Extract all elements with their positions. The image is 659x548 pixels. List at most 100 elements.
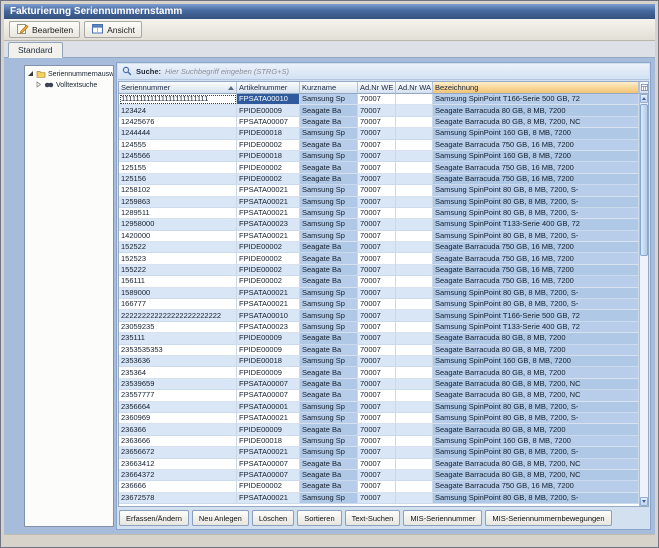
cell-bezeichnung[interactable]: Seagate Barracuda 750 GB, 16 MB, 7200 — [433, 162, 639, 173]
table-row[interactable]: 1244444FPIDE00018Samsung Sp70007Samsung … — [119, 128, 639, 139]
cell-adnr-we[interactable]: 70007 — [358, 493, 396, 504]
cell-seriennummer[interactable]: 124555 — [119, 140, 237, 151]
table-row[interactable]: 236666FPIDE00002Seagate Ba70007Seagate B… — [119, 481, 639, 492]
cell-bezeichnung[interactable]: Samsung SpinPoint 80 GB, 8 MB, 7200, S- — [433, 493, 639, 504]
column-header-ad-nr-we[interactable]: Ad.Nr WE — [358, 82, 396, 94]
table-row[interactable]: 111111111111111111111111FPSATA00010Samsu… — [119, 94, 639, 105]
cell-artikelnummer[interactable]: FPSATA00021 — [237, 288, 300, 299]
cell-adnr-we[interactable]: 70007 — [358, 151, 396, 162]
cell-seriennummer[interactable]: 123424 — [119, 105, 237, 116]
cell-adnr-wa[interactable] — [396, 367, 433, 378]
tree-item-seriennummernauswahl[interactable]: Seriennummernauswahl — [25, 69, 113, 80]
cell-seriennummer[interactable]: 12958000 — [119, 219, 237, 230]
cell-seriennummer[interactable]: 1258102 — [119, 185, 237, 196]
table-row[interactable]: 2353636FPIDE00018Samsung Sp70007Samsung … — [119, 356, 639, 367]
cell-seriennummer[interactable]: 1420000 — [119, 231, 237, 242]
cell-artikelnummer[interactable]: FPIDE00009 — [237, 424, 300, 435]
cell-kurzname[interactable]: Samsung Sp — [300, 185, 358, 196]
cell-artikelnummer[interactable]: FPIDE00002 — [237, 265, 300, 276]
table-row[interactable]: 1258102FPSATA00021Samsung Sp70007Samsung… — [119, 185, 639, 196]
cell-adnr-we[interactable]: 70007 — [358, 208, 396, 219]
cell-kurzname[interactable]: Seagate Ba — [300, 470, 358, 481]
cell-seriennummer[interactable]: 2356664 — [119, 402, 237, 413]
mis-seriennummer-button[interactable]: MIS-Seriennummer — [403, 510, 482, 526]
cell-adnr-wa[interactable] — [396, 413, 433, 424]
cell-kurzname[interactable]: Samsung Sp — [300, 402, 358, 413]
cell-bezeichnung[interactable]: Seagate Barracuda 80 GB, 8 MB, 7200 — [433, 105, 639, 116]
cell-artikelnummer[interactable]: FPIDE00018 — [237, 151, 300, 162]
table-row[interactable]: 2356664FPSATA00001Samsung Sp70007Samsung… — [119, 402, 639, 413]
cell-bezeichnung[interactable]: Seagate Barracuda 80 GB, 8 MB, 7200 — [433, 367, 639, 378]
cell-adnr-wa[interactable] — [396, 105, 433, 116]
cell-kurzname[interactable]: Samsung Sp — [300, 447, 358, 458]
cell-kurzname[interactable]: Samsung Sp — [300, 493, 358, 504]
cell-adnr-wa[interactable] — [396, 322, 433, 333]
cell-adnr-we[interactable]: 70007 — [358, 253, 396, 264]
cell-adnr-we[interactable]: 70007 — [358, 94, 396, 105]
cell-bezeichnung[interactable]: Samsung SpinPoint T166-Serie 500 GB, 72 — [433, 94, 639, 105]
table-row[interactable]: 12425676FPSATA00007Seagate Ba70007Seagat… — [119, 117, 639, 128]
cell-kurzname[interactable]: Samsung Sp — [300, 436, 358, 447]
table-row[interactable]: 1289511FPSATA00021Samsung Sp70007Samsung… — [119, 208, 639, 219]
cell-adnr-wa[interactable] — [396, 117, 433, 128]
cell-adnr-wa[interactable] — [396, 470, 433, 481]
column-header-kurzname[interactable]: Kurzname — [300, 82, 358, 94]
table-row[interactable]: 2353535353FPIDE00009Seagate Ba70007Seaga… — [119, 345, 639, 356]
table-row[interactable]: 1245566FPIDE00018Samsung Sp70007Samsung … — [119, 151, 639, 162]
cell-artikelnummer[interactable]: FPSATA00021 — [237, 231, 300, 242]
cell-kurzname[interactable]: Seagate Ba — [300, 424, 358, 435]
text-suchen-button[interactable]: Text-Suchen — [345, 510, 401, 526]
cell-seriennummer[interactable]: 23557777 — [119, 390, 237, 401]
table-row[interactable]: 23059235FPSATA00023Samsung Sp70007Samsun… — [119, 322, 639, 333]
cell-adnr-wa[interactable] — [396, 128, 433, 139]
cell-adnr-we[interactable]: 70007 — [358, 288, 396, 299]
cell-kurzname[interactable]: Seagate Ba — [300, 265, 358, 276]
cell-adnr-wa[interactable] — [396, 459, 433, 470]
cell-artikelnummer[interactable]: FPSATA00007 — [237, 117, 300, 128]
cell-adnr-wa[interactable] — [396, 94, 433, 105]
table-row[interactable]: 23539659FPSATA00007Seagate Ba70007Seagat… — [119, 379, 639, 390]
table-row[interactable]: 23672578FPSATA00021Samsung Sp70007Samsun… — [119, 493, 639, 504]
search-bar[interactable]: Suche: Hier Suchbegriff eingeben (STRG+S… — [118, 64, 649, 80]
expander-expanded-icon[interactable] — [27, 70, 34, 79]
cell-adnr-wa[interactable] — [396, 219, 433, 230]
cell-adnr-we[interactable]: 70007 — [358, 174, 396, 185]
cell-artikelnummer[interactable]: FPSATA00021 — [237, 197, 300, 208]
cell-adnr-we[interactable]: 70007 — [358, 140, 396, 151]
cell-seriennummer[interactable]: 222222222222222222222222 — [119, 310, 237, 321]
cell-adnr-wa[interactable] — [396, 162, 433, 173]
scroll-down-icon[interactable] — [640, 497, 648, 506]
cell-seriennummer[interactable]: 236666 — [119, 481, 237, 492]
cell-adnr-wa[interactable] — [396, 333, 433, 344]
cell-seriennummer[interactable]: 155222 — [119, 265, 237, 276]
cell-adnr-we[interactable]: 70007 — [358, 128, 396, 139]
table-row[interactable]: 1259863FPSATA00021Samsung Sp70007Samsung… — [119, 197, 639, 208]
cell-adnr-we[interactable]: 70007 — [358, 402, 396, 413]
cell-adnr-wa[interactable] — [396, 390, 433, 401]
cell-kurzname[interactable]: Seagate Ba — [300, 253, 358, 264]
cell-bezeichnung[interactable]: Samsung SpinPoint T133-Serie 400 GB, 72 — [433, 322, 639, 333]
table-row[interactable]: 1420000FPSATA00021Samsung Sp70007Samsung… — [119, 231, 639, 242]
vertical-scrollbar[interactable] — [639, 94, 648, 506]
column-header-artikelnummer[interactable]: Artikelnummer — [237, 82, 300, 94]
cell-adnr-we[interactable]: 70007 — [358, 333, 396, 344]
cell-kurzname[interactable]: Seagate Ba — [300, 481, 358, 492]
cell-adnr-wa[interactable] — [396, 481, 433, 492]
cell-kurzname[interactable]: Seagate Ba — [300, 242, 358, 253]
cell-adnr-we[interactable]: 70007 — [358, 105, 396, 116]
cell-artikelnummer[interactable]: FPSATA00007 — [237, 390, 300, 401]
cell-bezeichnung[interactable]: Seagate Barracuda 80 GB, 8 MB, 7200, NC — [433, 379, 639, 390]
tree-item-volltextsuche[interactable]: Volltextsuche — [25, 80, 113, 91]
cell-adnr-we[interactable]: 70007 — [358, 447, 396, 458]
cell-seriennummer[interactable]: 125155 — [119, 162, 237, 173]
cell-artikelnummer[interactable]: FPIDE00002 — [237, 253, 300, 264]
cell-artikelnummer[interactable]: FPSATA00001 — [237, 402, 300, 413]
cell-adnr-we[interactable]: 70007 — [358, 276, 396, 287]
cell-seriennummer[interactable]: 235111 — [119, 333, 237, 344]
scroll-thumb[interactable] — [640, 104, 648, 256]
cell-kurzname[interactable]: Seagate Ba — [300, 174, 358, 185]
cell-artikelnummer[interactable]: FPIDE00002 — [237, 140, 300, 151]
cell-adnr-wa[interactable] — [396, 436, 433, 447]
cell-bezeichnung[interactable]: Seagate Barracuda 750 GB, 16 MB, 7200 — [433, 140, 639, 151]
cell-artikelnummer[interactable]: FPSATA00021 — [237, 299, 300, 310]
